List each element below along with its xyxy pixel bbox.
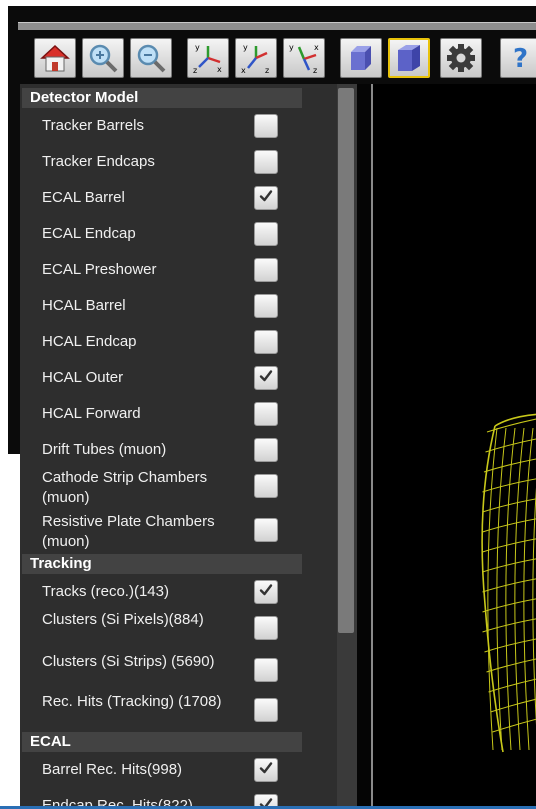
svg-text:y: y (195, 43, 200, 52)
option-label: Rec. Hits (Tracking) (1708) (42, 693, 222, 710)
option-checkbox[interactable] (254, 186, 278, 210)
svg-text:x: x (241, 66, 246, 75)
option-label: HCAL Endcap (42, 333, 137, 350)
detector-wireframe (481, 413, 536, 753)
option-checkbox[interactable] (254, 474, 278, 498)
svg-text:y: y (289, 43, 294, 52)
checkmark-icon (258, 760, 274, 781)
axes-view-3-button[interactable]: y x z (283, 38, 325, 78)
option-checkbox[interactable] (254, 518, 278, 542)
checkmark-icon (258, 582, 274, 603)
home-button[interactable] (34, 38, 76, 78)
option-label: Barrel Rec. Hits(998) (42, 761, 183, 778)
checkmark-icon (258, 188, 274, 209)
option-label: HCAL Barrel (42, 297, 126, 314)
axes-view-1-icon: y x z (191, 41, 225, 75)
option-label: Drift Tubes (muon) (42, 441, 167, 458)
3d-view-canvas[interactable] (371, 84, 536, 809)
option-checkbox[interactable] (254, 330, 278, 354)
option-checkbox[interactable] (254, 366, 278, 390)
option-checkbox[interactable] (254, 294, 278, 318)
option-checkbox[interactable] (254, 402, 278, 426)
option-label: Clusters (Si Pixels)(884) (42, 611, 204, 628)
option-checkbox[interactable] (254, 222, 278, 246)
page-background (0, 454, 8, 809)
svg-text:y: y (243, 43, 248, 52)
option-checkbox[interactable] (254, 616, 278, 640)
section-header: ECAL (22, 732, 302, 752)
panel-scrollbar-thumb[interactable] (338, 88, 354, 633)
option-checkbox[interactable] (254, 114, 278, 138)
option-label: HCAL Forward (42, 405, 141, 422)
event-display-app: y x z y z x y x z? Detector Model Tracker Barrels… (0, 0, 536, 809)
toolbar: y x z y z x y x z? (18, 34, 536, 84)
cube-solid-icon (345, 42, 377, 74)
option-label: Tracker Barrels (42, 117, 144, 134)
gear-icon (445, 42, 477, 74)
svg-text:x: x (217, 65, 222, 74)
option-label: Tracks (reco.)(143) (42, 583, 169, 600)
option-checkbox[interactable] (254, 758, 278, 782)
zoom-out-icon (135, 42, 167, 74)
option-label: ECAL Preshower (42, 261, 157, 278)
home-icon (38, 42, 72, 74)
option-label: HCAL Outer (42, 369, 124, 386)
axes-view-2-icon: y z x (239, 41, 273, 75)
checkmark-icon (258, 368, 274, 389)
cube-perspective-button[interactable] (388, 38, 430, 78)
help-icon: ? (509, 42, 533, 74)
svg-text:z: z (313, 66, 317, 75)
option-checkbox[interactable] (254, 438, 278, 462)
option-label: Cathode Strip Chambers (muon) (42, 469, 208, 506)
zoom-out-button[interactable] (130, 38, 172, 78)
svg-text:z: z (193, 66, 197, 75)
option-checkbox[interactable] (254, 258, 278, 282)
svg-text:z: z (265, 66, 269, 75)
option-label: Tracker Endcaps (42, 153, 155, 170)
help-button[interactable]: ? (500, 38, 536, 78)
svg-text:x: x (314, 43, 319, 52)
gear-button[interactable] (440, 38, 482, 78)
option-label: Resistive Plate Chambers (muon) (42, 513, 215, 550)
option-checkbox[interactable] (254, 580, 278, 604)
title-strip (18, 22, 536, 30)
axes-view-2-button[interactable]: y z x (235, 38, 277, 78)
zoom-in-button[interactable] (82, 38, 124, 78)
axes-view-1-button[interactable]: y x z (187, 38, 229, 78)
panel-divider[interactable] (357, 84, 371, 809)
section-header: Detector Model (22, 88, 302, 108)
option-label: Clusters (Si Strips) (5690) (42, 653, 215, 670)
option-checkbox[interactable] (254, 150, 278, 174)
left-frame-edge (8, 34, 20, 454)
view-border (371, 84, 373, 809)
option-checkbox[interactable] (254, 698, 278, 722)
cube-solid-button[interactable] (340, 38, 382, 78)
detector-options-panel: Detector Model Tracker Barrels Tracker End… (20, 84, 357, 809)
option-label: ECAL Endcap (42, 225, 136, 242)
option-label: ECAL Barrel (42, 189, 125, 206)
svg-text:?: ? (513, 44, 528, 74)
section-header: Tracking (22, 554, 302, 574)
cube-perspective-icon (393, 42, 425, 74)
option-checkbox[interactable] (254, 658, 278, 682)
axes-view-3-icon: y x z (287, 41, 321, 75)
zoom-in-icon (87, 42, 119, 74)
